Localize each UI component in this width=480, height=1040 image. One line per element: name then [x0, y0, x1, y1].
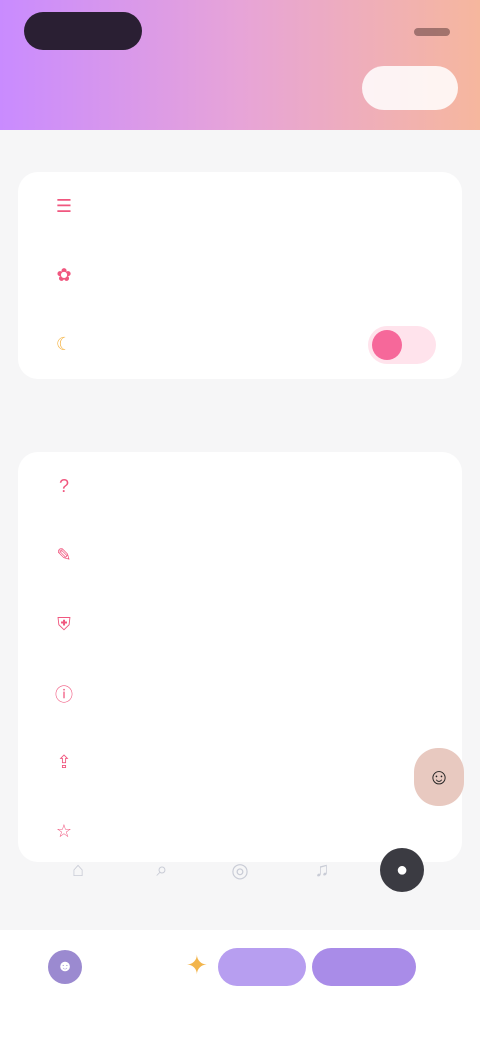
profile-icon[interactable]: ●	[380, 848, 424, 892]
user-avatar[interactable]: ☻	[48, 950, 82, 984]
home-icon[interactable]: ⌂	[56, 848, 100, 892]
translate-icon: ✿	[56, 265, 72, 285]
settings-row-1[interactable]: ☰	[18, 172, 462, 241]
star-icon: ☆	[55, 821, 73, 841]
settings-row-2[interactable]: ✿	[18, 241, 462, 310]
status-area	[406, 18, 450, 46]
settings-row-5[interactable]: ✎	[18, 521, 462, 590]
bottom-bar: ☻ ✦	[0, 930, 480, 1040]
battery-icon	[414, 28, 450, 36]
settings-card-general: ☰ ✿ ☾	[18, 172, 462, 379]
dark-mode-toggle[interactable]	[368, 325, 436, 364]
header	[0, 0, 480, 130]
quick-actions-row: ⌂ ⌕ ◎ ♫ ●	[0, 848, 480, 900]
crown-icon: ✦	[186, 950, 208, 980]
feedback-icon: ✎	[56, 545, 72, 565]
avatar-icon: ☺	[427, 764, 451, 789]
search-icon[interactable]: ⌕	[140, 848, 184, 892]
toggle-knob	[372, 329, 402, 360]
settings-row-7[interactable]: ⓘ	[18, 659, 462, 728]
settings-card-other: ? ✎ ⛨ ⓘ ⇪ ☆	[18, 452, 462, 862]
settings-row-6[interactable]: ⛨	[18, 590, 462, 659]
bottom-button-primary[interactable]	[218, 948, 306, 986]
floating-avatar[interactable]: ☺	[414, 748, 464, 806]
settings-row-8[interactable]: ⇪	[18, 728, 462, 797]
info-icon: ⓘ	[55, 684, 73, 705]
list-icon: ☰	[55, 196, 73, 216]
header-action-button[interactable]	[362, 66, 458, 110]
bell-icon[interactable]: ♫	[300, 848, 344, 892]
compass-icon[interactable]: ◎	[218, 848, 262, 892]
header-pill[interactable]	[24, 12, 142, 50]
moon-icon: ☾	[55, 334, 73, 354]
settings-row-3: ☾	[18, 310, 462, 379]
bottom-button-secondary[interactable]	[312, 948, 416, 986]
settings-row-4[interactable]: ?	[18, 452, 462, 521]
shield-icon: ⛨	[57, 614, 71, 634]
share-icon: ⇪	[56, 752, 72, 772]
help-icon: ?	[58, 476, 69, 496]
